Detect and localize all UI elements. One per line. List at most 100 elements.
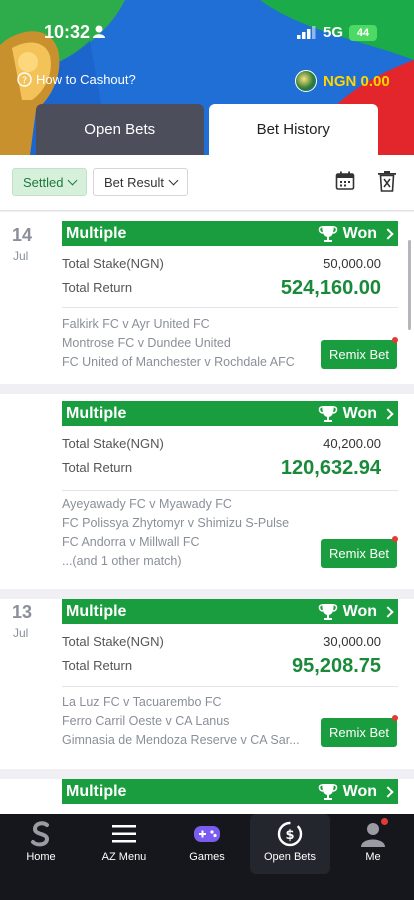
divider: [62, 307, 398, 308]
day-group: 14 Jul Multiple Won Total Stake(NGN) 50,…: [0, 212, 414, 589]
nav-label: Home: [26, 851, 56, 863]
match-name: Falkirk FC v Ayr United FC: [62, 317, 210, 331]
stake-label: Total Stake(NGN): [62, 436, 164, 451]
bet-type: Multiple: [66, 782, 127, 800]
stake-value: 40,200.00: [323, 436, 381, 451]
return-label: Total Return: [62, 658, 133, 673]
return-value: 95,208.75: [292, 655, 381, 677]
chevron-right-icon: [382, 605, 394, 618]
date-month: Jul: [13, 626, 29, 640]
bet-type: Multiple: [66, 404, 127, 422]
trophy-icon: [318, 784, 337, 800]
calendar-icon[interactable]: [335, 171, 355, 191]
won-status: Won: [318, 404, 394, 423]
trash-icon[interactable]: [378, 171, 396, 192]
bet-card[interactable]: Multiple Won Total Stake(NGN) 30,000.00 …: [62, 599, 398, 759]
bet-header[interactable]: Multiple Won: [62, 401, 398, 426]
won-label: Won: [342, 404, 377, 422]
notification-dot: [381, 818, 388, 825]
globe-icon: [295, 70, 317, 92]
tab-open-bets[interactable]: Open Bets: [36, 104, 204, 155]
bet-header[interactable]: Multiple Won: [62, 221, 398, 246]
chevron-down-icon: [68, 175, 78, 185]
notification-dot: [392, 715, 398, 721]
nav-games[interactable]: Games: [166, 814, 248, 874]
notification-dot: [392, 536, 398, 542]
battery-indicator: 44: [349, 25, 377, 41]
how-to-cashout-link[interactable]: ? How to Cashout?: [17, 72, 136, 87]
chevron-right-icon: [382, 227, 394, 240]
remix-bet-button[interactable]: Remix Bet: [321, 337, 398, 369]
date-month: Jul: [13, 249, 29, 263]
nav-az-menu[interactable]: AZ Menu: [83, 814, 165, 874]
match-name: FC United of Manchester v Rochdale AFC: [62, 355, 295, 369]
won-label: Won: [342, 602, 377, 620]
scrollbar[interactable]: [408, 240, 411, 330]
bet-header[interactable]: Multiple Won: [62, 599, 398, 624]
bet-history-list: 14 Jul Multiple Won Total Stake(NGN) 50,…: [0, 212, 414, 814]
day-group: 13 Jul Multiple Won Total Stake(NGN) 30,…: [0, 599, 414, 814]
bet-card[interactable]: Multiple Won Total Stake(NGN) 40,200.00 …: [62, 401, 398, 589]
bets-tabs: Open Bets Bet History: [36, 104, 378, 155]
remix-bet-button[interactable]: Remix Bet: [321, 536, 398, 568]
remix-label: Remix Bet: [329, 546, 389, 561]
won-status: Won: [318, 224, 394, 243]
trophy-icon: [318, 226, 337, 242]
nav-label: Open Bets: [264, 851, 316, 863]
stake-value: 30,000.00: [323, 634, 381, 649]
return-label: Total Return: [62, 280, 133, 295]
match-name: FC Polissya Zhytomyr v Shimizu S-Pulse: [62, 516, 290, 530]
nav-label: Me: [365, 851, 381, 863]
nav-me[interactable]: Me: [332, 814, 414, 874]
won-label: Won: [342, 782, 377, 800]
sporty-logo-icon: [31, 821, 50, 847]
open-bets-icon: $: [277, 821, 303, 847]
return-value: 524,160.00: [280, 277, 381, 299]
remix-bet-button[interactable]: Remix Bet: [321, 715, 398, 747]
remix-label: Remix Bet: [329, 347, 389, 362]
question-circle-icon: ?: [17, 72, 32, 87]
cashout-label: How to Cashout?: [36, 72, 136, 87]
tab-bet-history[interactable]: Bet History: [208, 104, 378, 155]
notification-dot: [392, 337, 398, 343]
separator: [0, 384, 414, 394]
won-label: Won: [342, 224, 377, 242]
bottom-nav: Home AZ Menu Games $ Open Bets Me: [0, 814, 414, 900]
match-name: FC Andorra v Millwall FC: [62, 535, 200, 549]
bet-header[interactable]: Multiple Won: [62, 779, 398, 804]
bet-card[interactable]: Multiple Won: [62, 779, 398, 814]
match-name: La Luz FC v Tacuarembo FC: [62, 695, 222, 709]
stake-value: 50,000.00: [323, 256, 381, 271]
bet-result-filter[interactable]: Bet Result: [93, 168, 188, 196]
svg-text:?: ?: [22, 75, 27, 86]
wallet-balance[interactable]: NGN 0.00: [295, 70, 390, 92]
chevron-down-icon: [168, 175, 179, 185]
network-type: 5G: [323, 24, 344, 41]
bet-type: Multiple: [66, 224, 127, 242]
trophy-icon: [318, 604, 337, 620]
signal-icon: [297, 26, 316, 39]
status-time: 10:32: [44, 22, 91, 42]
match-name: Montrose FC v Dundee United: [62, 336, 231, 350]
nav-home[interactable]: Home: [0, 814, 82, 874]
match-name: ...(and 1 other match): [62, 554, 182, 568]
balance-amount: NGN 0.00: [323, 72, 390, 90]
settled-label: Settled: [23, 174, 64, 190]
match-name: Ferro Carril Oeste v CA Lanus: [62, 714, 230, 728]
separator: [0, 589, 414, 599]
separator: [0, 769, 414, 779]
bet-card[interactable]: Multiple Won Total Stake(NGN) 50,000.00 …: [62, 221, 398, 396]
match-name: Ayeyawady FC v Myawady FC: [62, 497, 232, 511]
trophy-icon: [318, 406, 337, 422]
remix-label: Remix Bet: [329, 725, 389, 740]
bet-result-label: Bet Result: [104, 174, 164, 190]
won-status: Won: [318, 602, 394, 621]
settled-filter[interactable]: Settled: [12, 168, 88, 196]
divider: [62, 490, 398, 491]
chevron-right-icon: [382, 785, 394, 798]
nav-open-bets[interactable]: $ Open Bets: [250, 814, 330, 874]
return-label: Total Return: [62, 460, 133, 475]
stake-label: Total Stake(NGN): [62, 634, 164, 649]
gamepad-icon: [194, 826, 220, 842]
date-day: 13: [12, 602, 33, 622]
